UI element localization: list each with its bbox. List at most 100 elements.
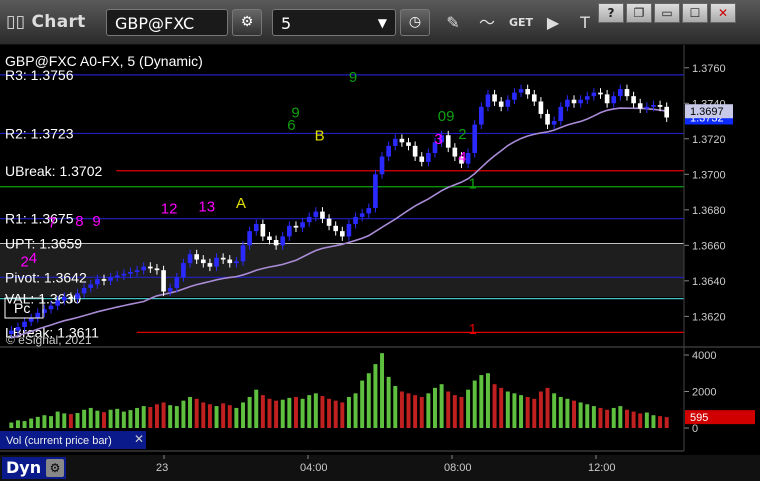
volume-bar — [88, 407, 93, 428]
volume-bar — [234, 407, 239, 428]
close-icon[interactable]: ✕ — [710, 3, 736, 23]
volume-bar — [360, 380, 365, 428]
maximize-button[interactable]: ☐ — [682, 3, 708, 23]
volume-bar — [267, 398, 272, 428]
volume-bar — [241, 402, 245, 428]
settings-gear-icon[interactable]: ⚙ — [232, 9, 262, 36]
symbol-input[interactable]: GBP@FXC — [106, 9, 228, 36]
volume-bar — [519, 395, 524, 428]
price-tick-label: 1.3760 — [692, 63, 726, 75]
candle-body — [194, 254, 199, 260]
volume-bar — [115, 408, 120, 428]
minimize-button[interactable]: ▭ — [654, 3, 680, 23]
candle-body — [531, 94, 537, 102]
candle-body — [28, 318, 34, 322]
window-title: ▯▯ Chart — [6, 12, 86, 32]
draw-pencil-icon[interactable]: ✎ — [438, 9, 468, 36]
volume-bar — [22, 421, 27, 428]
level-label: UBreak: 1.3702 — [5, 163, 102, 179]
candle-body — [75, 293, 80, 299]
signal-label: 2 — [458, 126, 466, 143]
volume-bar — [141, 406, 146, 428]
volume-bar — [532, 398, 537, 428]
candle-body — [287, 225, 292, 237]
candle-body — [22, 321, 27, 328]
play-icon[interactable]: ▶ — [538, 9, 568, 36]
indicator-icon[interactable]: 〜 — [472, 9, 502, 36]
volume-bar — [62, 413, 67, 428]
volume-tick-label: 4000 — [692, 350, 716, 362]
volume-bar — [512, 393, 517, 428]
candle-body — [207, 263, 213, 267]
volume-bar — [505, 391, 510, 428]
candle-body — [293, 225, 299, 228]
volume-label: Vol (current price bar) — [6, 435, 112, 447]
time-ticks: 23 04:00 08:00 12:00 — [156, 455, 616, 474]
time-tick-label: 12:00 — [588, 462, 616, 474]
volume-bar — [499, 387, 504, 428]
candle-body — [55, 300, 60, 306]
help-button[interactable]: ? — [598, 3, 624, 23]
volume-bar — [558, 396, 563, 428]
text-tool-icon[interactable]: T — [570, 9, 600, 36]
volume-bar — [485, 373, 490, 428]
candle-body — [174, 277, 180, 288]
volume-bar — [618, 406, 623, 428]
price-pane — [0, 45, 684, 345]
volume-bar — [644, 412, 649, 428]
get-data-icon[interactable]: GET — [506, 9, 536, 36]
candle-body — [234, 261, 239, 264]
volume-bar — [598, 407, 603, 428]
candle-body — [359, 213, 365, 217]
volume-bar — [49, 416, 54, 428]
signal-label: 7 — [48, 215, 56, 232]
volume-bar — [121, 411, 126, 428]
candle-body — [267, 236, 272, 241]
volume-bar — [154, 404, 159, 428]
volume-bar — [452, 395, 457, 428]
candle-body — [240, 245, 246, 262]
signal-label: 4 — [29, 250, 37, 267]
candle-body — [618, 89, 623, 97]
candle-body — [631, 96, 636, 104]
close-icon[interactable]: ✕ — [134, 432, 144, 446]
level-label: Pivot: 1.3642 — [5, 269, 87, 285]
candle-body — [651, 105, 656, 107]
candle-body — [306, 216, 312, 223]
volume-bar — [313, 393, 318, 428]
candle-body — [604, 94, 610, 104]
volume-bar — [274, 400, 279, 428]
clock-icon[interactable]: ◷ — [400, 9, 430, 36]
price-tick-label: 1.3680 — [692, 205, 726, 217]
volume-bar — [148, 407, 153, 428]
volume-bar — [287, 397, 292, 428]
volume-bar — [459, 396, 464, 428]
candle-body — [300, 222, 305, 228]
restore-button[interactable]: ❐ — [626, 3, 652, 23]
volume-bar — [260, 395, 265, 428]
volume-bar — [181, 400, 186, 428]
volume-bar — [254, 389, 259, 428]
signal-label: 9 — [349, 69, 357, 86]
candle-body — [95, 279, 100, 285]
interval-value: 5 — [281, 14, 292, 33]
time-tick-label: 23 — [156, 462, 168, 474]
chart-canvas[interactable]: R3: 1.3756 R2: 1.3723 UBreak: 1.3702 R1: 1.… — [0, 45, 760, 455]
candle-body — [161, 270, 166, 292]
candle-body — [373, 174, 378, 209]
candle-body — [128, 271, 133, 274]
volume-bar — [492, 384, 497, 428]
volume-bar — [406, 393, 411, 428]
candle-body — [452, 147, 458, 157]
volume-bar — [15, 420, 20, 428]
price-tick-label: 1.3720 — [692, 134, 726, 146]
volume-bar — [75, 413, 80, 428]
time-axis: 23 04:00 08:00 12:00 — [156, 455, 616, 474]
lc-label: Pc — [14, 300, 30, 316]
volume-bar — [214, 406, 219, 428]
chart-toolbar: ▯▯ Chart GBP@FXC ⚙ 5 ▼ ◷ ✎ 〜 GET ▶ T ? ❐ … — [0, 0, 760, 45]
candle-body — [518, 89, 524, 93]
interval-select[interactable]: 5 ▼ — [272, 9, 396, 36]
volume-bar — [280, 399, 285, 428]
volume-bar — [393, 386, 398, 428]
